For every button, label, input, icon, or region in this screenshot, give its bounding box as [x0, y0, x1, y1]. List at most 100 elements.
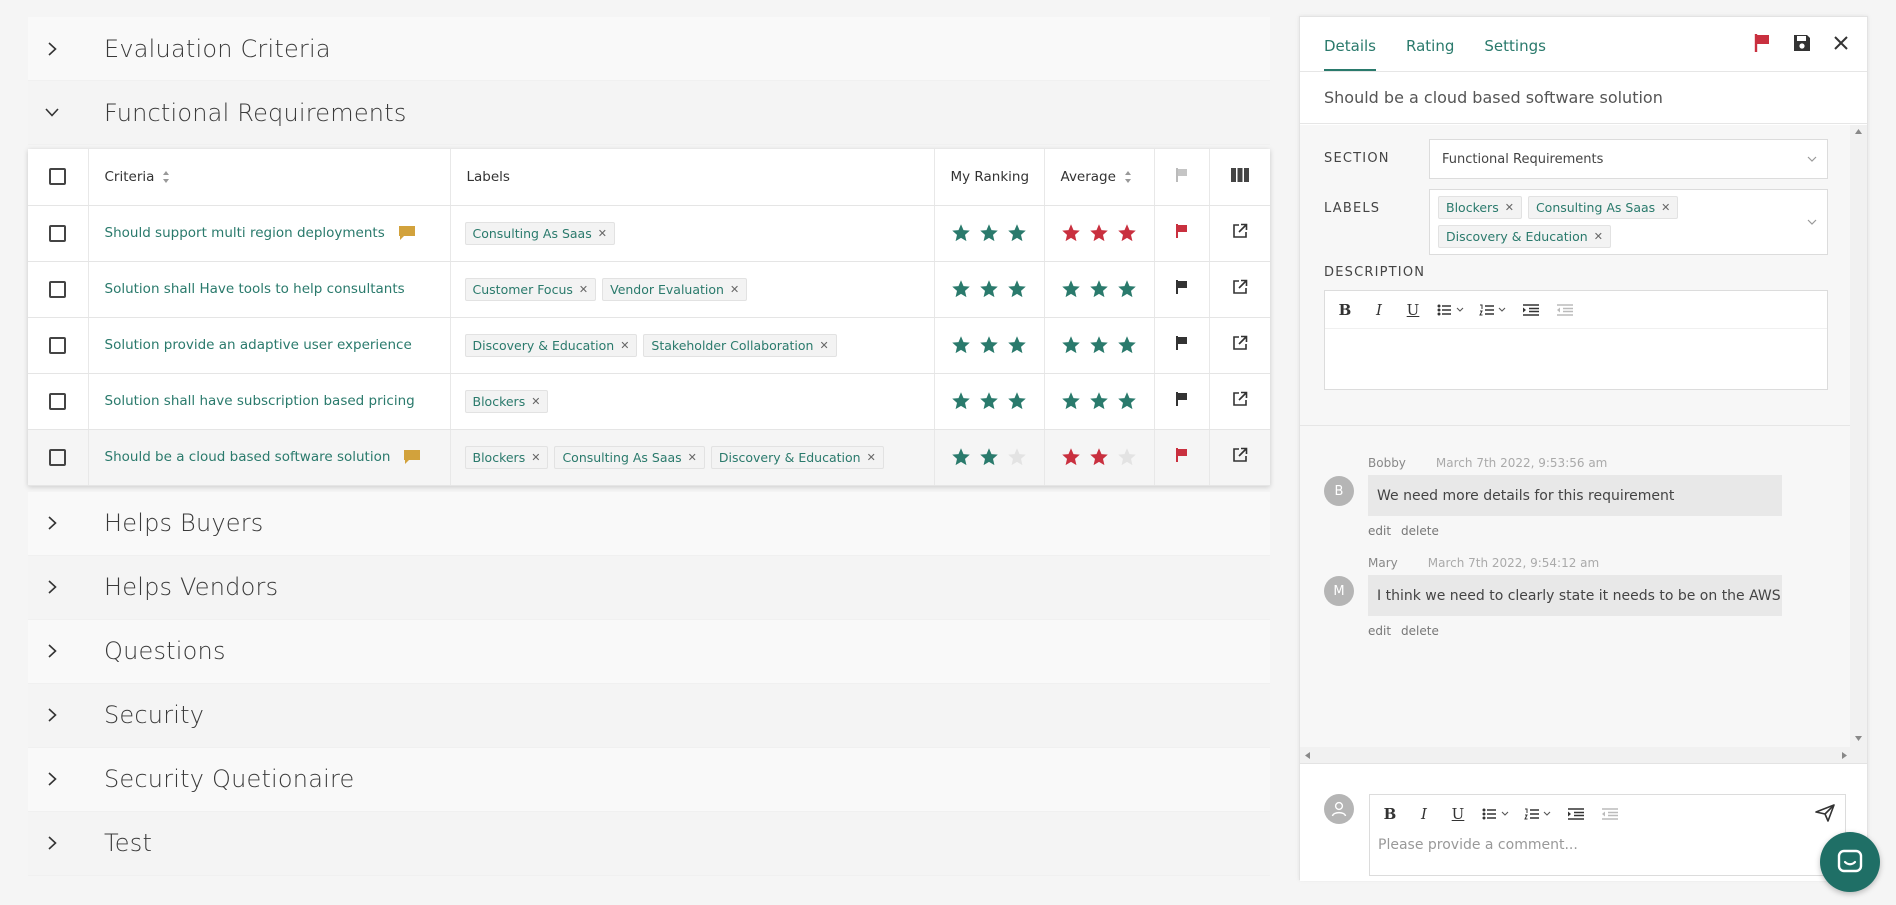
italic-button[interactable]: I: [1414, 805, 1434, 823]
remove-label-icon[interactable]: ✕: [819, 339, 828, 352]
bold-button[interactable]: B: [1380, 805, 1400, 823]
labels-select[interactable]: Blockers ✕ Consulting As Saas ✕ Discovery & …: [1429, 189, 1828, 255]
open-external-icon[interactable]: [1232, 391, 1248, 407]
columns-header[interactable]: [1209, 149, 1270, 206]
remove-label-icon[interactable]: ✕: [579, 283, 588, 296]
scroll-right-icon[interactable]: [1842, 752, 1847, 759]
underline-button[interactable]: U: [1448, 805, 1468, 823]
criteria-link[interactable]: Should support multi region deployments: [105, 225, 385, 241]
section-header[interactable]: Questions: [28, 619, 1270, 684]
tab-details[interactable]: Details: [1324, 37, 1377, 71]
section-toggle[interactable]: [28, 41, 76, 56]
remove-label-icon[interactable]: ✕: [620, 339, 629, 352]
average-header[interactable]: Average: [1044, 149, 1155, 206]
comment-input[interactable]: Please provide a comment...: [1370, 833, 1845, 857]
section-toggle[interactable]: [28, 708, 76, 722]
remove-label-icon[interactable]: ✕: [531, 395, 540, 408]
section-header[interactable]: Helps Buyers: [28, 491, 1270, 556]
bullet-list-button[interactable]: [1482, 808, 1510, 820]
table-row[interactable]: Solution provide an adaptive user experi…: [28, 317, 1270, 374]
flag-icon[interactable]: [1175, 447, 1189, 463]
criteria-link[interactable]: Solution shall Have tools to help consul…: [105, 281, 405, 297]
table-row[interactable]: Should be a cloud based software solutio…: [28, 429, 1270, 486]
indent-button[interactable]: [1521, 303, 1541, 316]
section-select[interactable]: Functional Requirements: [1429, 139, 1828, 179]
section-header[interactable]: Functional Requirements: [28, 81, 1270, 145]
comment-icon[interactable]: [404, 450, 421, 464]
description-editor[interactable]: B I U: [1324, 290, 1828, 390]
flag-icon[interactable]: [1175, 223, 1189, 239]
outdent-button[interactable]: [1600, 808, 1620, 820]
italic-button[interactable]: I: [1369, 301, 1389, 319]
delete-comment-link[interactable]: delete: [1401, 624, 1439, 638]
section-header[interactable]: Helps Vendors: [28, 555, 1270, 620]
section-header[interactable]: Evaluation Criteria: [28, 17, 1270, 81]
criteria-link[interactable]: Solution provide an adaptive user experi…: [105, 337, 412, 353]
scroll-left-icon[interactable]: [1305, 752, 1310, 759]
remove-label-icon[interactable]: ✕: [598, 227, 607, 240]
send-icon[interactable]: [1815, 804, 1835, 822]
section-toggle[interactable]: [28, 516, 76, 530]
save-icon[interactable]: [1793, 34, 1811, 52]
open-external-icon[interactable]: [1232, 279, 1248, 295]
section-toggle[interactable]: [28, 772, 76, 786]
chat-support-button[interactable]: [1820, 832, 1880, 892]
row-checkbox[interactable]: [49, 224, 67, 242]
delete-comment-link[interactable]: delete: [1401, 524, 1439, 538]
my-ranking-stars[interactable]: [934, 317, 1045, 374]
close-icon[interactable]: [1833, 35, 1849, 51]
vertical-scrollbar[interactable]: [1850, 125, 1867, 763]
my-ranking-stars[interactable]: [934, 429, 1045, 486]
remove-label-icon[interactable]: ✕: [688, 451, 697, 464]
bullet-list-button[interactable]: [1437, 304, 1465, 316]
row-checkbox[interactable]: [49, 336, 67, 354]
section-toggle[interactable]: [28, 580, 76, 594]
row-checkbox[interactable]: [49, 392, 67, 410]
row-checkbox[interactable]: [49, 280, 67, 298]
my-ranking-stars[interactable]: [934, 205, 1045, 262]
section-header[interactable]: Test: [28, 811, 1270, 876]
remove-label-icon[interactable]: ✕: [1661, 201, 1670, 214]
section-header[interactable]: Security Quetionaire: [28, 747, 1270, 812]
row-checkbox[interactable]: [49, 448, 67, 466]
criteria-link[interactable]: Solution shall have subscription based p…: [105, 393, 415, 409]
flag-icon[interactable]: [1175, 391, 1189, 407]
sort-icon[interactable]: [162, 170, 170, 184]
table-row[interactable]: Should support multi region deployments C…: [28, 205, 1270, 262]
tab-rating[interactable]: Rating: [1406, 37, 1454, 71]
flag-icon[interactable]: [1175, 335, 1189, 351]
open-external-icon[interactable]: [1232, 447, 1248, 463]
indent-button[interactable]: [1566, 808, 1586, 820]
numbered-list-button[interactable]: [1524, 808, 1552, 820]
remove-label-icon[interactable]: ✕: [1505, 201, 1514, 214]
comment-icon[interactable]: [398, 226, 415, 240]
section-toggle[interactable]: [28, 644, 76, 658]
scroll-down-icon[interactable]: [1855, 736, 1862, 741]
remove-label-icon[interactable]: ✕: [1594, 230, 1603, 243]
section-header[interactable]: Security: [28, 683, 1270, 748]
table-row[interactable]: Solution shall have subscription based p…: [28, 373, 1270, 430]
open-external-icon[interactable]: [1232, 223, 1248, 239]
my-ranking-stars[interactable]: [934, 261, 1045, 318]
edit-comment-link[interactable]: edit: [1368, 524, 1391, 538]
numbered-list-button[interactable]: [1479, 304, 1507, 316]
tab-settings[interactable]: Settings: [1484, 37, 1546, 71]
remove-label-icon[interactable]: ✕: [531, 451, 540, 464]
scroll-up-icon[interactable]: [1855, 129, 1862, 134]
outdent-button[interactable]: [1555, 303, 1575, 316]
columns-icon[interactable]: [1230, 167, 1249, 183]
table-row[interactable]: Solution shall Have tools to help consul…: [28, 261, 1270, 318]
sort-icon[interactable]: [1124, 170, 1132, 184]
section-toggle[interactable]: [28, 836, 76, 850]
remove-label-icon[interactable]: ✕: [867, 451, 876, 464]
select-all-checkbox[interactable]: [49, 168, 67, 186]
remove-label-icon[interactable]: ✕: [730, 283, 739, 296]
horizontal-scrollbar[interactable]: [1300, 747, 1852, 763]
underline-button[interactable]: U: [1403, 301, 1423, 319]
edit-comment-link[interactable]: edit: [1368, 624, 1391, 638]
criteria-link[interactable]: Should be a cloud based software solutio…: [105, 449, 391, 465]
criteria-header[interactable]: Criteria: [88, 149, 451, 206]
open-external-icon[interactable]: [1232, 335, 1248, 351]
section-toggle[interactable]: [28, 108, 76, 117]
my-ranking-stars[interactable]: [934, 373, 1045, 430]
